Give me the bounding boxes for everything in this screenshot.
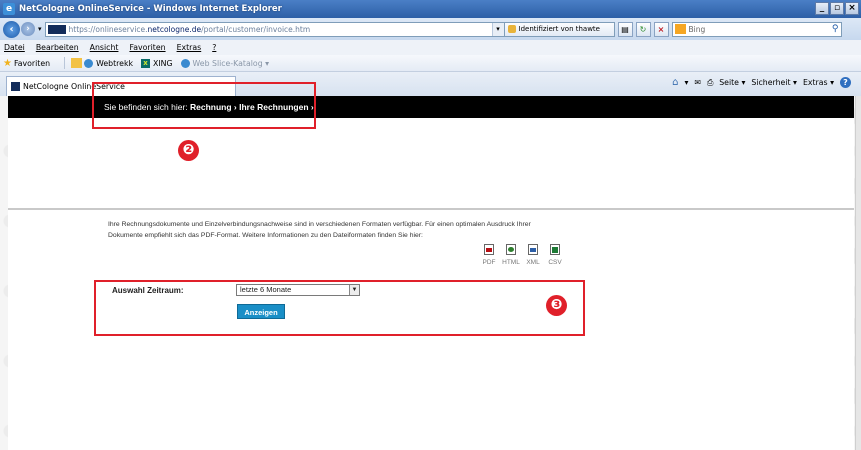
window-controls: _ ▫ ×	[815, 2, 859, 15]
window-titlebar: e NetCologne OnlineService - Windows Int…	[0, 0, 861, 18]
address-dropdown-icon[interactable]: ▾	[491, 22, 504, 36]
address-row: ‹ › ▾ https://onlineservice.netcologne.d…	[0, 18, 861, 40]
pdf-icon	[484, 244, 494, 255]
site-favicon-icon	[47, 24, 66, 34]
refresh-icon[interactable]: ↻	[635, 21, 651, 37]
print-icon[interactable]: ⎙	[707, 78, 713, 88]
annotation-marker-3: ❸	[546, 295, 567, 316]
info-text: Ihre Rechnungsdokumente und Einzelverbin…	[108, 220, 588, 241]
search-icon[interactable]: ⚲	[832, 24, 839, 34]
favorite-label: Webtrekk	[96, 58, 133, 68]
certificate-indicator[interactable]: Identifiziert von thawte	[504, 21, 615, 37]
format-label: HTML	[502, 259, 520, 266]
menu-help[interactable]: ?	[212, 43, 216, 52]
format-label: PDF	[482, 259, 496, 266]
minimize-button[interactable]: _	[815, 2, 829, 15]
mail-icon[interactable]: ✉	[694, 78, 701, 87]
annotation-box-period	[94, 280, 585, 336]
csv-icon	[550, 244, 560, 255]
header-area	[8, 118, 854, 208]
home-icon[interactable]: ⌂	[672, 77, 678, 88]
favorites-label: Favoriten	[13, 58, 51, 68]
close-button[interactable]: ×	[845, 2, 859, 15]
favorite-label: XING	[153, 58, 173, 68]
format-html[interactable]: HTML	[502, 244, 520, 266]
info-line-1: Ihre Rechnungsdokumente und Einzelverbin…	[108, 221, 531, 228]
html-icon	[506, 244, 516, 255]
command-bar: ⌂ ▾ ✉ ⎙ Seite ▾ Sicherheit ▾ Extras ▾ ?	[672, 77, 851, 88]
ie-page-icon	[180, 58, 190, 68]
format-csv[interactable]: CSV	[546, 244, 564, 266]
scrollbar[interactable]	[855, 96, 861, 450]
stop-icon[interactable]: ×	[653, 21, 669, 37]
certificate-text: Identifiziert von thawte	[518, 25, 600, 33]
format-label: XML	[526, 259, 540, 266]
menu-datei[interactable]: Datei	[4, 43, 25, 52]
favorite-label: Web Slice-Katalog ▾	[192, 58, 270, 68]
safety-menu[interactable]: Sicherheit ▾	[751, 78, 797, 87]
search-placeholder: Bing	[688, 24, 706, 34]
page-menu[interactable]: Seite ▾	[719, 78, 745, 87]
favorite-web-slice-gallery[interactable]: Web Slice-Katalog ▾	[180, 58, 270, 68]
xml-icon	[528, 244, 538, 255]
format-xml[interactable]: XML	[524, 244, 542, 266]
page-viewport: Sie befinden sich hier: Rechnung › Ihre …	[0, 96, 861, 450]
star-icon: ★	[3, 57, 12, 69]
maximize-button[interactable]: ▫	[830, 2, 844, 15]
bing-icon	[674, 24, 686, 34]
compatibility-view-icon[interactable]: ▤	[617, 21, 633, 37]
format-pdf[interactable]: PDF	[480, 244, 498, 266]
add-favorite-icon[interactable]	[71, 58, 83, 68]
favorites-button[interactable]: ★ Favoriten	[3, 58, 50, 69]
favbar-divider	[64, 57, 66, 69]
window-title: NetCologne OnlineService - Windows Inter…	[19, 4, 282, 14]
forward-button[interactable]: ›	[21, 22, 35, 36]
search-input[interactable]: Bing ⚲	[671, 21, 842, 37]
annotation-marker-2: ❷	[178, 140, 199, 161]
menu-ansicht[interactable]: Ansicht	[90, 43, 119, 52]
favorite-webtrekk[interactable]: Webtrekk	[84, 58, 133, 68]
xing-icon: x	[141, 58, 150, 68]
format-links: PDF HTML XML CSV	[480, 244, 564, 266]
tools-menu[interactable]: Extras ▾	[803, 78, 834, 87]
menu-favoriten[interactable]: Favoriten	[129, 43, 165, 52]
menu-bar: Datei Bearbeiten Ansicht Favoriten Extra…	[0, 40, 861, 55]
url-text: https://onlineservice.netcologne.de/port…	[68, 24, 311, 34]
menu-bearbeiten[interactable]: Bearbeiten	[36, 43, 79, 52]
format-label: CSV	[548, 259, 562, 266]
favorite-xing[interactable]: x XING	[141, 58, 173, 68]
favorites-bar: ★ Favoriten Webtrekk x XING Web Slice-Ka…	[0, 55, 861, 72]
address-bar[interactable]: https://onlineservice.netcologne.de/port…	[44, 21, 505, 37]
back-button[interactable]: ‹	[3, 20, 20, 38]
history-dropdown-icon[interactable]: ▾	[38, 25, 42, 33]
menu-extras[interactable]: Extras	[177, 43, 202, 52]
ie-page-icon	[84, 58, 94, 68]
info-line-2: Dokumente empfiehlt sich das PDF-Format.…	[108, 231, 423, 239]
help-icon[interactable]: ?	[840, 77, 851, 88]
ie-app-icon: e	[3, 3, 15, 15]
feeds-icon[interactable]: ▾	[684, 78, 688, 87]
lock-icon	[507, 25, 516, 33]
site-favicon-icon	[11, 82, 20, 91]
annotation-box-breadcrumb	[92, 82, 316, 129]
